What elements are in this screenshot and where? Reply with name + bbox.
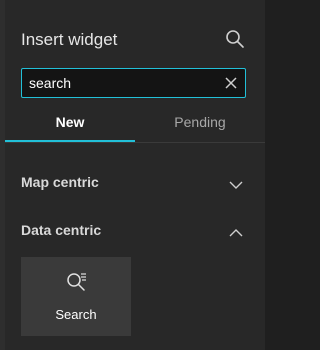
search-widget-icon [65, 271, 87, 293]
tab-divider [5, 142, 265, 143]
widget-card-search[interactable]: Search [21, 257, 131, 336]
search-icon[interactable] [225, 29, 245, 49]
section-title: Map centric [21, 174, 99, 190]
search-field [21, 68, 246, 98]
chevron-up-icon [229, 226, 243, 240]
tab-new[interactable]: New [5, 104, 135, 142]
section-data-centric[interactable]: Data centric [5, 216, 265, 246]
search-input[interactable] [22, 69, 212, 97]
insert-widget-panel: Insert widget New Pending Map centric Da… [5, 0, 265, 350]
section-title: Data centric [21, 222, 102, 238]
chevron-down-icon [229, 178, 243, 192]
panel-title: Insert widget [21, 30, 118, 49]
section-map-centric[interactable]: Map centric [5, 168, 265, 198]
widget-label: Search [55, 307, 97, 322]
close-icon[interactable] [223, 75, 239, 91]
tab-pending[interactable]: Pending [135, 104, 265, 140]
